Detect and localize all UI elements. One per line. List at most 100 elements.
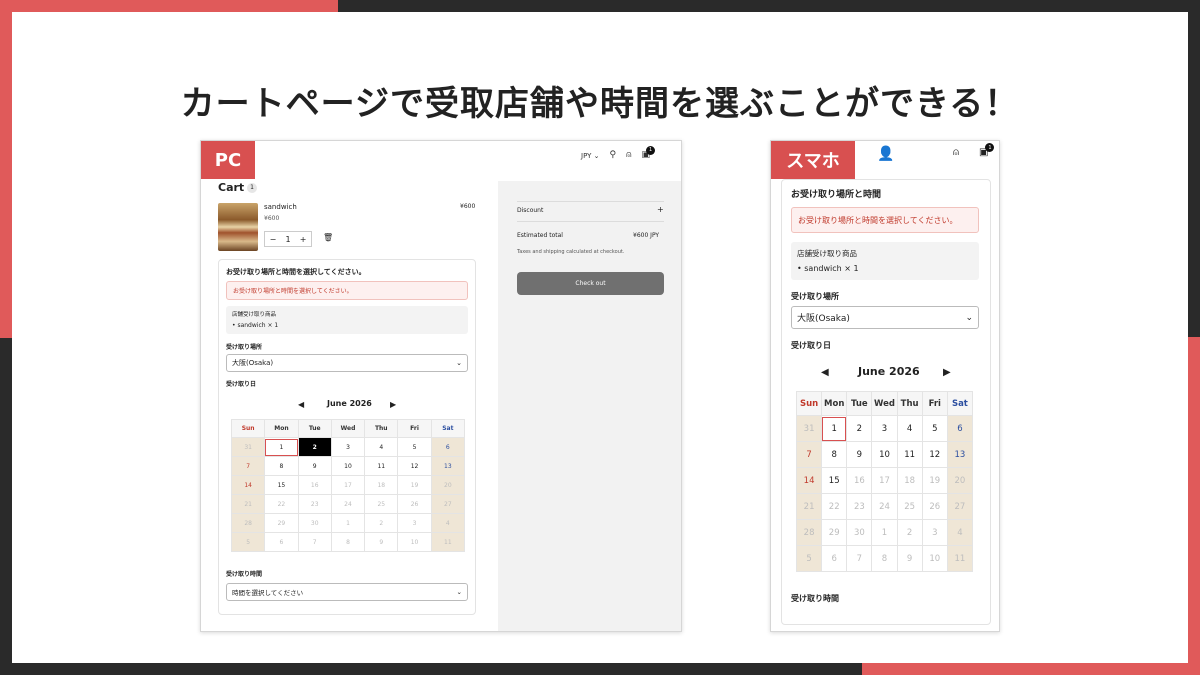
calendar-day-cell[interactable]: 10 bbox=[871, 441, 898, 468]
location-select[interactable]: 大阪(Osaka) ⌄ bbox=[226, 354, 468, 372]
calendar-day-cell[interactable]: 6 bbox=[946, 415, 974, 442]
calendar-day-cell[interactable]: 9 bbox=[297, 456, 332, 476]
pickup-product-item-text: sandwich × 1 bbox=[237, 322, 279, 329]
pc-badge: PC bbox=[201, 141, 255, 179]
calendar-day-cell[interactable]: 2 bbox=[297, 437, 332, 457]
calendar-day-cell[interactable]: 8 bbox=[264, 456, 299, 476]
calendar-week-row: 28 29 30 1 2 3 4 bbox=[230, 513, 466, 533]
calendar-day-cell: 6 bbox=[264, 532, 299, 552]
account-icon[interactable]: ⍝ bbox=[953, 147, 959, 158]
calendar-next-button[interactable]: ▶ bbox=[390, 400, 396, 409]
slide-headline: カートページで受取店舗や時間を選ぶことができる！ bbox=[180, 84, 1020, 124]
calendar-day-cell[interactable]: 3 bbox=[871, 415, 898, 442]
calendar-day-cell[interactable]: 2 bbox=[846, 415, 873, 442]
pickup-alert: お受け取り場所と時間を選択してください。 bbox=[226, 281, 468, 300]
quantity-increase-button[interactable]: + bbox=[300, 235, 307, 244]
search-icon[interactable]: ⚲ bbox=[610, 151, 617, 160]
calendar-day-cell[interactable]: 8 bbox=[821, 441, 848, 468]
calendar-day-cell[interactable]: 12 bbox=[397, 456, 432, 476]
cart-icon[interactable]: ▣ 1 bbox=[642, 146, 656, 160]
user-avatar-icon: 👤 bbox=[877, 146, 895, 162]
calendar-day-cell[interactable]: 13 bbox=[430, 456, 466, 476]
calendar-day-cell: 21 bbox=[230, 494, 266, 514]
calendar-day-cell: 11 bbox=[946, 545, 974, 572]
calendar-day-cell[interactable]: 13 bbox=[946, 441, 974, 468]
calendar-weekday-thu: Thu bbox=[896, 391, 923, 416]
calendar-week-row: 7 8 9 10 11 12 13 bbox=[795, 441, 974, 468]
calendar-day-cell: 29 bbox=[821, 519, 848, 546]
calendar-weekday-fri: Fri bbox=[397, 419, 432, 438]
calendar-day-cell: 24 bbox=[330, 494, 366, 514]
cart-icon[interactable]: ▣ 1 bbox=[979, 143, 995, 158]
calendar-next-button[interactable]: ▶ bbox=[943, 367, 951, 378]
calendar-day-cell: 5 bbox=[230, 532, 266, 552]
calendar-day-cell[interactable]: 1 bbox=[264, 437, 299, 457]
calendar-day-cell: 27 bbox=[946, 493, 974, 520]
currency-selector[interactable]: JPY ⌄ bbox=[581, 152, 600, 160]
calendar-day-cell[interactable]: 5 bbox=[921, 415, 948, 442]
calendar-week-row: 21 22 23 24 25 26 27 bbox=[230, 494, 466, 514]
checkout-button[interactable]: Check out bbox=[517, 272, 664, 295]
pickup-products-label: 店舗受け取り商品 bbox=[232, 312, 277, 318]
calendar-day-cell[interactable]: 4 bbox=[896, 415, 923, 442]
calendar-day-cell[interactable]: 15 bbox=[264, 475, 299, 495]
calendar-month-label: June 2026 bbox=[327, 399, 372, 408]
calendar-day-cell[interactable]: 11 bbox=[364, 456, 399, 476]
quantity-stepper[interactable]: − 1 + bbox=[264, 231, 312, 247]
calendar-week-row: 28 29 30 1 2 3 4 bbox=[795, 519, 974, 546]
calendar-week-row: 5 6 7 8 9 10 11 bbox=[795, 545, 974, 572]
estimated-total-label: Estimated total bbox=[517, 232, 563, 239]
calendar-day-cell: 25 bbox=[364, 494, 399, 514]
quantity-decrease-button[interactable]: − bbox=[270, 235, 277, 244]
calendar-day-cell[interactable]: 6 bbox=[430, 437, 466, 457]
discount-toggle-button[interactable]: + bbox=[657, 205, 664, 214]
discount-label[interactable]: Discount bbox=[517, 207, 543, 214]
calendar-weekday-mon: Mon bbox=[821, 391, 848, 416]
calendar-day-cell[interactable]: 9 bbox=[846, 441, 873, 468]
product-name[interactable]: sandwich bbox=[264, 203, 297, 211]
pickup-heading: お受け取り場所と時間を選択してください。 bbox=[226, 268, 366, 276]
chevron-down-icon: ⌄ bbox=[456, 588, 462, 596]
calendar-day-cell: 29 bbox=[264, 513, 299, 533]
calendar-day-cell[interactable]: 5 bbox=[397, 437, 432, 457]
calendar-day-cell[interactable]: 15 bbox=[821, 467, 848, 494]
calendar-prev-button[interactable]: ◀ bbox=[821, 367, 829, 378]
time-select[interactable]: 時間を選択してください ⌄ bbox=[226, 583, 468, 601]
account-icon[interactable]: ⍝ bbox=[626, 151, 631, 160]
calendar-day-cell[interactable]: 14 bbox=[795, 467, 823, 494]
quantity-value: 1 bbox=[285, 234, 291, 244]
summary-divider bbox=[517, 221, 664, 222]
estimated-total-value: ¥600 JPY bbox=[633, 232, 660, 239]
trash-icon[interactable]: 🗑 bbox=[323, 233, 333, 242]
calendar-day-cell: 9 bbox=[896, 545, 923, 572]
pickup-product-item: • sandwich × 1 bbox=[797, 264, 859, 273]
calendar-day-cell[interactable]: 12 bbox=[921, 441, 948, 468]
calendar-day-cell: 18 bbox=[364, 475, 399, 495]
calendar-day-cell[interactable]: 10 bbox=[330, 456, 366, 476]
calendar-day-cell: 22 bbox=[264, 494, 299, 514]
calendar-day-cell: 31 bbox=[795, 415, 823, 442]
location-select-value: 大阪(Osaka) bbox=[232, 359, 274, 367]
calendar-day-cell: 11 bbox=[430, 532, 466, 552]
sp-badge: スマホ bbox=[771, 141, 855, 179]
calendar-week-row: 21 22 23 24 25 26 27 bbox=[795, 493, 974, 520]
calendar-day-cell: 1 bbox=[330, 513, 366, 533]
calendar-prev-button[interactable]: ◀ bbox=[298, 400, 304, 409]
calendar-day-cell: 28 bbox=[230, 513, 266, 533]
calendar-day-cell[interactable]: 1 bbox=[821, 415, 848, 442]
calendar-day-cell: 9 bbox=[364, 532, 399, 552]
calendar-day-cell[interactable]: 7 bbox=[795, 441, 823, 468]
calendar-day-cell: 22 bbox=[821, 493, 848, 520]
calendar-week-row: 5 6 7 8 9 10 11 bbox=[230, 532, 466, 552]
calendar-day-cell[interactable]: 7 bbox=[230, 456, 266, 476]
chevron-down-icon: ⌄ bbox=[965, 312, 973, 323]
calendar-day-cell[interactable]: 14 bbox=[230, 475, 266, 495]
location-select[interactable]: 大阪(Osaka) ⌄ bbox=[791, 306, 979, 329]
calendar-day-cell: 30 bbox=[846, 519, 873, 546]
calendar-day-cell[interactable]: 11 bbox=[896, 441, 923, 468]
calendar-day-cell[interactable]: 3 bbox=[330, 437, 366, 457]
calendar-day-cell: 30 bbox=[297, 513, 332, 533]
product-thumbnail[interactable] bbox=[218, 203, 258, 251]
calendar-day-cell[interactable]: 4 bbox=[364, 437, 399, 457]
slide: カートページで受取店舗や時間を選ぶことができる！ PC JPY ⌄ ⚲ ⍝ ▣ 1… bbox=[12, 12, 1188, 663]
